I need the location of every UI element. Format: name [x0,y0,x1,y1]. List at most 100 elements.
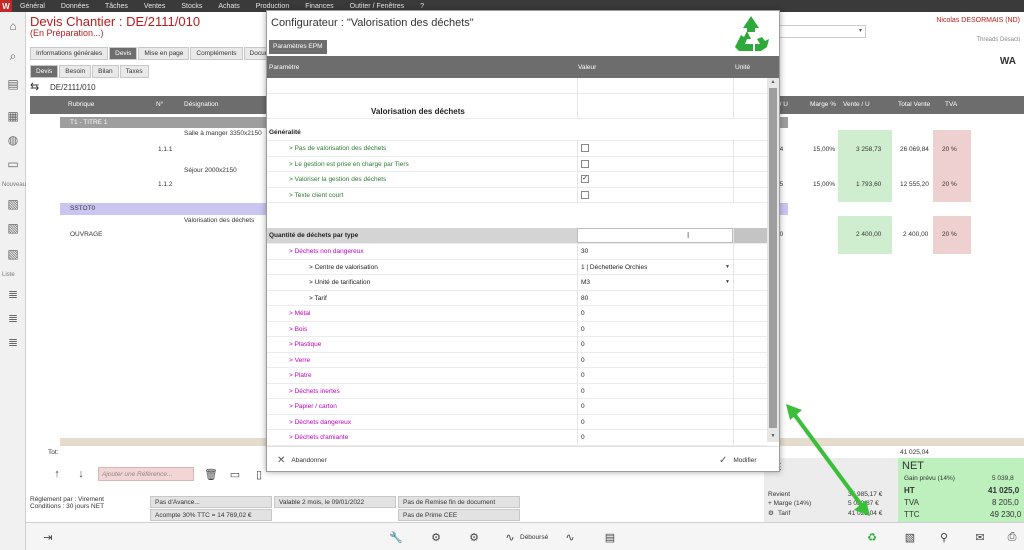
check-row-tiers[interactable]: > Le gestion est prise en charge par Tie… [267,156,767,172]
acompte-cell[interactable]: Acompte 30% TTC = 14 769,02 € [150,509,272,521]
menu-general[interactable]: Général [12,3,53,10]
mail-icon[interactable]: ✉ [972,529,988,545]
row-amiante[interactable]: > Déchets d'amiante 0 [267,430,767,446]
prime-cell[interactable]: Pas de Prime CEE [398,509,520,521]
clipboard-footer-icon[interactable]: ▤ [602,529,618,545]
row-papier[interactable]: > Papier / carton 0 [267,399,767,415]
configurator-dialog: Configurateur : "Valorisation des déchet… [266,10,780,472]
menu-help[interactable]: ? [412,3,432,10]
reference-input[interactable]: Ajouter une Référence... [98,467,194,481]
chart-line-icon[interactable]: ∿ [502,529,518,545]
new-quote-icon[interactable]: ▧ [5,220,21,236]
validite-cell[interactable]: Valable 2 mois, le 09/01/2022 [274,496,396,508]
folder-add-icon[interactable]: ▭ [228,467,242,481]
row1-num: 1.1.1 [158,146,173,153]
trash-icon[interactable]: 🗑 [204,467,218,481]
menu-ventes[interactable]: Ventes [136,3,173,10]
gear-dropdown-icon[interactable]: ⚙ [466,529,482,545]
check-row-valoriser[interactable]: > Valoriser la gestion des déchets ✓ [267,172,767,188]
row-non-dangereux[interactable]: > Déchets non dangereux 30 [267,244,767,260]
subtab-devis[interactable]: Devis [30,65,59,78]
list-quotes-icon[interactable]: ≣ [5,310,21,326]
col-total: Total Vente [898,101,931,108]
subtab-besoin[interactable]: Besoin [59,65,92,78]
row-unite-tarification[interactable]: > Unité de tarification M3 ▼ [267,275,767,291]
subtab-taxes[interactable]: Taxes [119,65,149,78]
menu-outils[interactable]: Outiter / Fenêtres [342,3,412,10]
checkbox-pas-valorisation[interactable] [581,144,589,152]
clipboard-icon[interactable]: ▤ [5,76,21,92]
nouveau-label: Nouveau [2,182,27,188]
gear-icon[interactable]: ⚙ [768,509,774,517]
chevron-down-icon[interactable]: ▼ [725,264,730,270]
tot-label: Tot: [48,449,59,456]
tot-value: 41 025,04 [900,449,929,456]
row-centre-valorisation[interactable]: > Centre de valorisation 1 | Déchetterie… [267,259,767,275]
menu-stocks[interactable]: Stocks [173,3,210,10]
checkbox-texte-court[interactable] [581,190,589,199]
row-verre[interactable]: > Verre 0 [267,352,767,368]
user-name[interactable]: Nicolas DESORMAIS (ND) [936,17,1020,24]
row-platre[interactable]: > Platre 0 [267,368,767,384]
tab-devis[interactable]: Devis [109,47,138,60]
ouvrage-vente: 2 400,00 [856,231,882,238]
globe-icon[interactable]: ◍ [5,132,21,148]
checkbox-valoriser[interactable]: ✓ [581,175,589,183]
recycle-icon[interactable]: ♻ [864,529,880,545]
debourse-label[interactable]: Déboursé [520,534,548,541]
scroll-down-icon[interactable]: ▼ [769,433,777,440]
check-row-texte-court[interactable]: > Texte client court [267,187,767,203]
menu-taches[interactable]: Tâches [97,3,136,10]
value-non-dangereux[interactable]: 30 [581,248,588,255]
subtab-bilan[interactable]: Bilan [92,65,119,78]
exit-icon[interactable]: ⇥ [40,529,56,545]
value-tarif[interactable]: 80 [581,295,588,302]
arrow-down-icon[interactable]: ↓ [74,467,88,481]
scroll-up-icon[interactable]: ▲ [769,79,777,86]
row1-vente: 3 258,73 [856,146,882,153]
tab-complements[interactable]: Compléments [190,47,243,60]
menu-finances[interactable]: Finances [297,3,341,10]
settings-icon[interactable]: ⚙ [428,529,444,545]
calculator-icon[interactable]: ▦ [5,108,21,124]
new-order-icon[interactable]: ▧ [5,246,21,262]
document-pdf-icon[interactable]: ▧ [902,529,918,545]
tab-infos[interactable]: Informations générales [30,47,109,60]
document-add-icon[interactable]: ▯ [252,467,266,481]
menu-donnees[interactable]: Données [53,3,97,10]
scroll-thumb[interactable] [769,88,777,428]
arrow-up-icon[interactable]: ↑ [50,467,64,481]
wrench-icon[interactable]: 🔧 [388,529,404,545]
abandon-button[interactable]: ✕ Abandonner [277,455,327,466]
row-inertes[interactable]: > Déchets inertes 0 [267,383,767,399]
link-icon[interactable]: ⚲ [936,529,952,545]
row-metal[interactable]: > Métal 0 [267,306,767,322]
dialog-scrollbar[interactable]: ▲ ▼ [767,78,779,442]
remise-cell[interactable]: Pas de Remise fin de document [398,496,520,508]
modifier-button[interactable]: ✓ Modifier [719,455,757,466]
check-row-pas-valorisation[interactable]: > Pas de valorisation des déchets [267,141,767,157]
search-icon[interactable]: ⌕ [5,48,21,64]
menu-production[interactable]: Production [248,3,297,10]
swap-arrows-icon[interactable]: ⇆ [30,80,39,93]
select-unite[interactable]: M3 [581,279,590,286]
trend-icon[interactable]: ∿ [562,529,578,545]
list-icon[interactable]: ≣ [5,286,21,302]
select-centre[interactable]: 1 | Déchetterie Orchies [581,264,647,271]
list-orders-icon[interactable]: ≣ [5,334,21,350]
row-dangereux[interactable]: > Déchets dangereux 0 [267,414,767,430]
tab-mise-en-page[interactable]: Mise en page [138,47,190,60]
row-plastique[interactable]: > Plastique 0 [267,337,767,353]
tab-parametres-epm[interactable]: Paramètres EPM [269,40,327,54]
thread-select[interactable]: ▾ [766,25,866,38]
menu-achats[interactable]: Achats [210,3,247,10]
folder-icon[interactable]: ▭ [5,156,21,172]
checkbox-tiers[interactable] [581,159,589,168]
print-icon[interactable]: ⎙ [1004,529,1020,545]
row-tarif[interactable]: > Tarif 80 [267,290,767,306]
home-icon[interactable]: ⌂ [5,18,21,34]
chevron-down-icon[interactable]: ▼ [725,279,730,285]
row-bois[interactable]: > Bois 0 [267,321,767,337]
new-doc-icon[interactable]: ▧ [5,196,21,212]
avance-cell[interactable]: Pas d'Avance... [150,496,272,508]
